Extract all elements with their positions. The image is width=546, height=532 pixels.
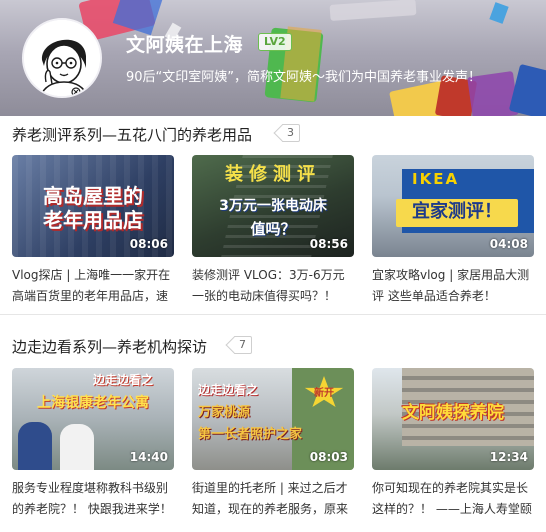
video-thumbnail[interactable]: 高岛屋里的 老年用品店 08:06: [12, 155, 174, 257]
avatar-illustration: [24, 20, 100, 96]
video-card[interactable]: 装修测评 3万元一张电动床 值吗？ 08:56 装修测评 VLOG：3万-6万元…: [192, 155, 354, 307]
section-divider: [0, 314, 546, 315]
video-duration: 08:03: [309, 450, 348, 464]
video-duration: 04:08: [489, 237, 528, 251]
thumbnail-caption: 高岛屋里的: [43, 184, 143, 208]
video-thumbnail[interactable]: 装修测评 3万元一张电动床 值吗？ 08:56: [192, 155, 354, 257]
video-duration: 14:40: [129, 450, 168, 464]
thumbnail-caption: 宜家测评！: [412, 201, 502, 222]
video-title[interactable]: 你可知现在的养老院其实是长这样的？！ ——上海人寿堂颐: [372, 478, 534, 520]
video-thumbnail[interactable]: 新开 边走边看之 万家桃源 第一长者照护之家 08:03: [192, 368, 354, 470]
video-card[interactable]: IKEA 宜家测评！ 04:08 宜家攻略vlog | 家居用品大测评 这些单品…: [372, 155, 534, 307]
avatar[interactable]: [22, 18, 102, 98]
decor-confetti: [489, 2, 509, 24]
thumbnail-caption: 新开: [314, 388, 334, 399]
profile-banner: 文阿姨在上海 LV2 90后“文印室阿姨”，简称文阿姨～我们为中国养老事业发声！: [0, 0, 546, 116]
video-title[interactable]: 服务专业程度堪称教科书级别的养老院？！ 快跟我进来学！: [12, 478, 174, 520]
video-thumbnail[interactable]: 文阿姨探养院 12:34: [372, 368, 534, 470]
video-duration: 12:34: [489, 450, 528, 464]
thumbnail-caption: 装修测评: [225, 164, 321, 185]
video-card[interactable]: 高岛屋里的 老年用品店 08:06 Vlog探店 | 上海唯一一家开在高端百货里…: [12, 155, 174, 307]
thumbnail-caption: 文阿姨探养院: [402, 403, 504, 423]
video-thumbnail[interactable]: IKEA 宜家测评！ 04:08: [372, 155, 534, 257]
user-bio: 90后“文印室阿姨”，简称文阿姨～我们为中国养老事业发声！: [126, 70, 482, 85]
section-title-facility-visits[interactable]: 边走边看系列—养老机构探访: [12, 336, 207, 357]
thumbnail-caption: 值吗？: [250, 220, 296, 238]
thumbnail-caption: 上海银康老年公寓: [37, 395, 149, 411]
thumbnail-caption: 老年用品店: [43, 208, 143, 232]
thumbnail-caption: 第一长者照护之家: [198, 427, 303, 442]
video-title[interactable]: 街道里的托老所 | 来过之后才知道，现在的养老服务，原来: [192, 478, 354, 520]
thumbnail-caption: 边走边看之: [198, 383, 259, 397]
decor-shape: [329, 0, 417, 21]
video-title[interactable]: Vlog探店 | 上海唯一一家开在高端百货里的老年用品店，速: [12, 265, 174, 307]
thumbnail-caption: 边走边看之: [92, 373, 153, 387]
user-name[interactable]: 文阿姨在上海: [126, 30, 243, 57]
video-card[interactable]: 边走边看之 上海银康老年公寓 14:40 服务专业程度堪称教科书级别的养老院？！…: [12, 368, 174, 520]
thumbnail-person: [18, 422, 52, 470]
section-count-badge: 3: [282, 124, 300, 142]
video-card[interactable]: 文阿姨探养院 12:34 你可知现在的养老院其实是长这样的？！ ——上海人寿堂颐: [372, 368, 534, 520]
video-duration: 08:56: [309, 237, 348, 251]
thumbnail-caption: 3万元一张电动床: [219, 198, 327, 214]
thumbnail-caption: 万家桃源: [198, 405, 251, 420]
section-title-product-reviews[interactable]: 养老测评系列—五花八门的养老用品: [12, 124, 252, 145]
thumbnail-person: [60, 424, 94, 470]
video-card[interactable]: 新开 边走边看之 万家桃源 第一长者照护之家 08:03 街道里的托老所 | 来…: [192, 368, 354, 520]
level-badge: LV2: [258, 33, 292, 51]
thumbnail-store-logo: IKEA: [412, 170, 460, 188]
video-duration: 08:06: [129, 237, 168, 251]
video-thumbnail[interactable]: 边走边看之 上海银康老年公寓 14:40: [12, 368, 174, 470]
video-title[interactable]: 装修测评 VLOG：3万-6万元一张的电动床值得买吗？！: [192, 265, 354, 307]
video-title[interactable]: 宜家攻略vlog | 家居用品大测评 这些单品适合养老！: [372, 265, 534, 307]
decor-gift-box: [508, 63, 546, 116]
section-count-badge: 7: [234, 336, 252, 354]
